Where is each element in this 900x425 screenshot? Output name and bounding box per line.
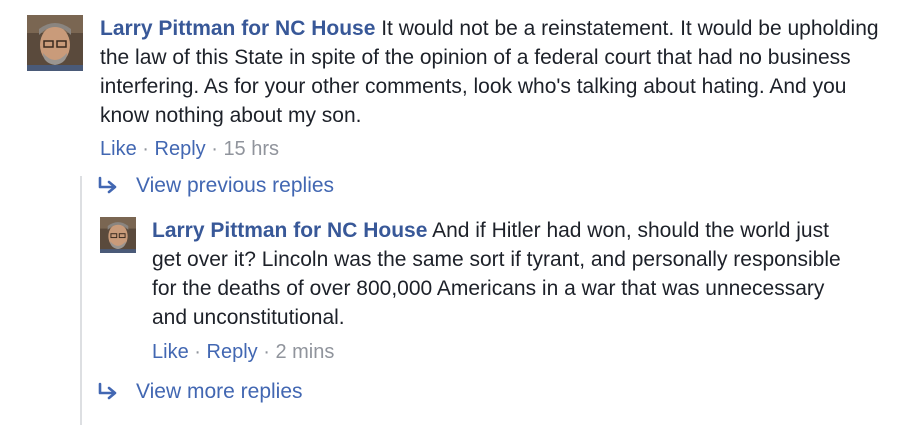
comment-body: Larry Pittman for NC House It would not …	[100, 14, 880, 130]
separator: ·	[194, 341, 201, 363]
reply-arrow-icon	[96, 176, 122, 196]
profile-photo-icon	[27, 15, 83, 71]
view-previous-label: View previous replies	[136, 174, 335, 197]
separator: ·	[211, 138, 218, 160]
timestamp[interactable]: 15 hrs	[223, 138, 279, 160]
separator: ·	[142, 138, 149, 160]
comment-actions: Like · Reply · 15 hrs	[100, 137, 279, 161]
separator: ·	[263, 341, 270, 363]
avatar[interactable]	[100, 217, 136, 253]
reply-link[interactable]: Reply	[155, 138, 206, 160]
comment-author[interactable]: Larry Pittman for NC House	[152, 219, 427, 242]
view-previous-replies[interactable]: View previous replies	[96, 173, 334, 199]
like-link[interactable]: Like	[100, 138, 137, 160]
profile-photo-icon	[100, 217, 136, 253]
comment-actions: Like · Reply · 2 mins	[152, 340, 334, 364]
avatar[interactable]	[27, 15, 83, 71]
like-link[interactable]: Like	[152, 341, 189, 363]
reply-thread-line	[80, 176, 82, 425]
reply-arrow-icon	[96, 382, 122, 402]
comment-author[interactable]: Larry Pittman for NC House	[100, 17, 375, 40]
timestamp[interactable]: 2 mins	[275, 341, 334, 363]
view-more-replies[interactable]: View more replies	[96, 379, 303, 405]
reply-link[interactable]: Reply	[207, 341, 258, 363]
comment-body: Larry Pittman for NC House And if Hitler…	[152, 216, 852, 332]
view-more-label: View more replies	[136, 380, 303, 403]
